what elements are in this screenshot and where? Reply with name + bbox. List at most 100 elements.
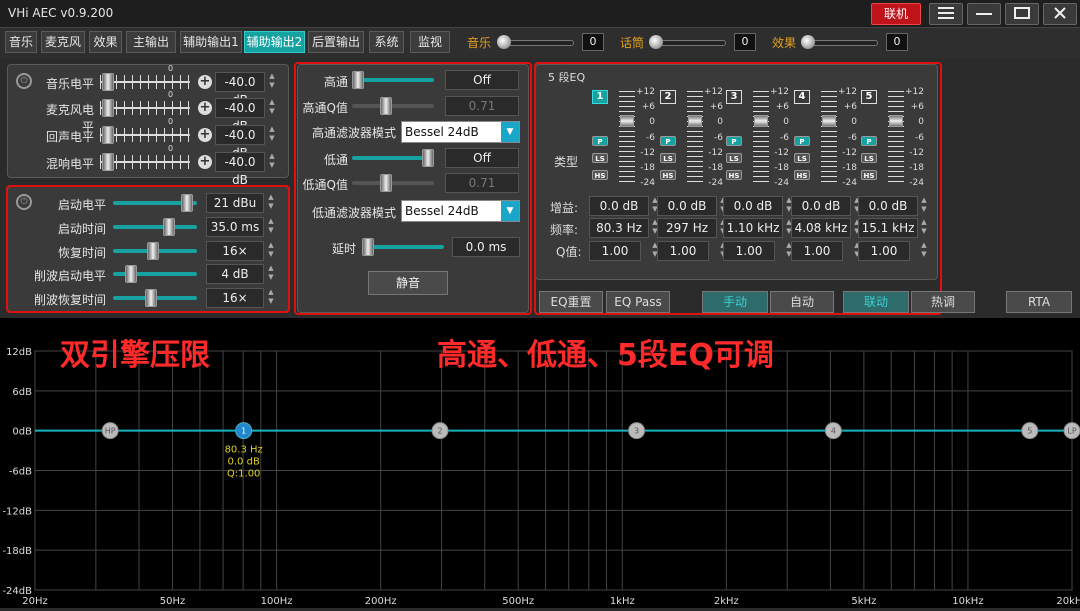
- menu-button[interactable]: [929, 3, 963, 25]
- eq-type-button[interactable]: P: [726, 136, 742, 146]
- mix-fader[interactable]: [100, 153, 190, 171]
- auto-button[interactable]: 自动: [770, 291, 834, 313]
- spin-icon[interactable]: ▲▼: [919, 241, 929, 261]
- maximize-button[interactable]: [1005, 3, 1039, 25]
- spin-icon[interactable]: ▲▼: [267, 125, 277, 145]
- spin-icon[interactable]: ▲▼: [267, 72, 277, 92]
- delay-value[interactable]: 0.0 ms: [452, 237, 520, 257]
- tab-system[interactable]: 系统: [369, 31, 404, 53]
- eq-type-button[interactable]: P: [592, 136, 608, 146]
- eq-band-freq[interactable]: 80.3 Hz: [589, 218, 649, 238]
- eq-band-gain[interactable]: 0.0 dB: [723, 196, 783, 216]
- eq-band-fader[interactable]: [687, 91, 703, 185]
- eq-type-button[interactable]: P: [794, 136, 810, 146]
- mix-row-value[interactable]: -40.0 dB: [215, 125, 265, 160]
- eq-band-gain[interactable]: 0.0 dB: [791, 196, 851, 216]
- spin-icon[interactable]: ▲▼: [267, 98, 277, 118]
- mix-fader[interactable]: [100, 99, 190, 117]
- lp-value[interactable]: Off: [445, 148, 519, 168]
- spin-icon[interactable]: ▲▼: [266, 241, 276, 261]
- hot-adjust-button[interactable]: 热调: [911, 291, 975, 313]
- spin-icon[interactable]: ▲▼: [266, 288, 276, 308]
- tab-music[interactable]: 音乐: [5, 31, 37, 53]
- mic-level-knob[interactable]: [649, 35, 663, 49]
- eq-band-q[interactable]: 1.00: [858, 241, 910, 261]
- eq-band-number[interactable]: 3: [726, 90, 742, 104]
- eq-band-fader[interactable]: [821, 91, 837, 185]
- spin-icon[interactable]: ▲▼: [919, 218, 929, 238]
- minimize-button[interactable]: [967, 3, 1001, 25]
- tab-aux-output-1[interactable]: 辅助输出1: [180, 31, 242, 53]
- rta-button[interactable]: RTA: [1006, 291, 1072, 313]
- limiter-row-value[interactable]: 16×: [206, 241, 264, 261]
- eq-type-button[interactable]: P: [861, 136, 877, 146]
- plus-icon[interactable]: +: [198, 101, 212, 115]
- hpq-value[interactable]: 0.71: [445, 96, 519, 116]
- lpq-fader[interactable]: [352, 174, 434, 192]
- effect-level-slider[interactable]: [804, 40, 878, 46]
- tab-rear-output[interactable]: 后置输出: [308, 31, 364, 53]
- lp-fader[interactable]: [352, 149, 434, 167]
- eq-band-gain[interactable]: 0.0 dB: [589, 196, 649, 216]
- limiter-row-value[interactable]: 16×: [206, 288, 264, 308]
- tab-monitor[interactable]: 监视: [410, 31, 450, 53]
- lpq-value[interactable]: 0.71: [445, 173, 519, 193]
- eq-band-number[interactable]: 1: [592, 90, 608, 104]
- eq-band-q[interactable]: 1.00: [589, 241, 641, 261]
- spin-icon[interactable]: ▲▼: [266, 217, 276, 237]
- eq-type-button[interactable]: HS: [861, 170, 877, 180]
- music-level-slider[interactable]: [500, 40, 574, 46]
- eq-band-q[interactable]: 1.00: [791, 241, 843, 261]
- eq-type-button[interactable]: P: [660, 136, 676, 146]
- spin-icon[interactable]: ▲▼: [266, 193, 276, 213]
- spin-icon[interactable]: ▲▼: [266, 264, 276, 284]
- link-button[interactable]: 联动: [843, 291, 909, 313]
- eq-band-q[interactable]: 1.00: [723, 241, 775, 261]
- mute-button[interactable]: 静音: [368, 271, 448, 295]
- mix-fader[interactable]: [100, 126, 190, 144]
- connect-button[interactable]: 联机: [871, 3, 921, 25]
- eq-band-gain[interactable]: 0.0 dB: [858, 196, 918, 216]
- tab-mic[interactable]: 麦克风: [41, 31, 85, 53]
- eq-band-fader[interactable]: [619, 91, 635, 185]
- eq-pass-button[interactable]: EQ Pass: [606, 291, 670, 313]
- hp-value[interactable]: Off: [445, 70, 519, 90]
- eq-band-number[interactable]: 2: [660, 90, 676, 104]
- power-icon[interactable]: ⏻: [16, 73, 32, 89]
- limiter-row-value[interactable]: 21 dBu: [206, 193, 264, 213]
- mic-level-slider[interactable]: [652, 40, 726, 46]
- hp-fader[interactable]: [352, 71, 434, 89]
- limiter-fader[interactable]: [113, 218, 197, 236]
- mix-row-value[interactable]: -40.0 dB: [215, 152, 265, 187]
- eq-type-button[interactable]: HS: [592, 170, 608, 180]
- close-button[interactable]: [1043, 3, 1077, 25]
- eq-band-number[interactable]: 4: [794, 90, 810, 104]
- limiter-fader[interactable]: [113, 194, 197, 212]
- plus-icon[interactable]: +: [198, 128, 212, 142]
- eq-type-button[interactable]: LS: [726, 153, 742, 163]
- mix-fader[interactable]: [100, 73, 190, 91]
- spin-icon[interactable]: ▲▼: [919, 196, 929, 216]
- limiter-fader[interactable]: [113, 265, 197, 283]
- eq-band-freq[interactable]: 297 Hz: [657, 218, 717, 238]
- eq-type-button[interactable]: LS: [592, 153, 608, 163]
- eq-type-button[interactable]: LS: [660, 153, 676, 163]
- plus-icon[interactable]: +: [198, 75, 212, 89]
- eq-type-button[interactable]: HS: [726, 170, 742, 180]
- lp-mode-select[interactable]: Bessel 24dB ▼: [401, 200, 520, 222]
- manual-button[interactable]: 手动: [702, 291, 768, 313]
- limiter-row-value[interactable]: 4 dB: [206, 264, 264, 284]
- eq-band-gain[interactable]: 0.0 dB: [657, 196, 717, 216]
- eq-band-freq[interactable]: 1.10 kHz: [723, 218, 783, 238]
- eq-type-button[interactable]: LS: [861, 153, 877, 163]
- eq-band-fader[interactable]: [888, 91, 904, 185]
- eq-band-freq[interactable]: 15.1 kHz: [858, 218, 918, 238]
- mix-row-value[interactable]: -40.0 dB: [215, 98, 265, 133]
- mix-row-value[interactable]: -40.0 dB: [215, 72, 265, 107]
- limiter-row-value[interactable]: 35.0 ms: [206, 217, 264, 237]
- plus-icon[interactable]: +: [198, 155, 212, 169]
- delay-fader[interactable]: [362, 238, 444, 256]
- eq-band-number[interactable]: 5: [861, 90, 877, 104]
- limiter-fader[interactable]: [113, 289, 197, 307]
- hpq-fader[interactable]: [352, 97, 434, 115]
